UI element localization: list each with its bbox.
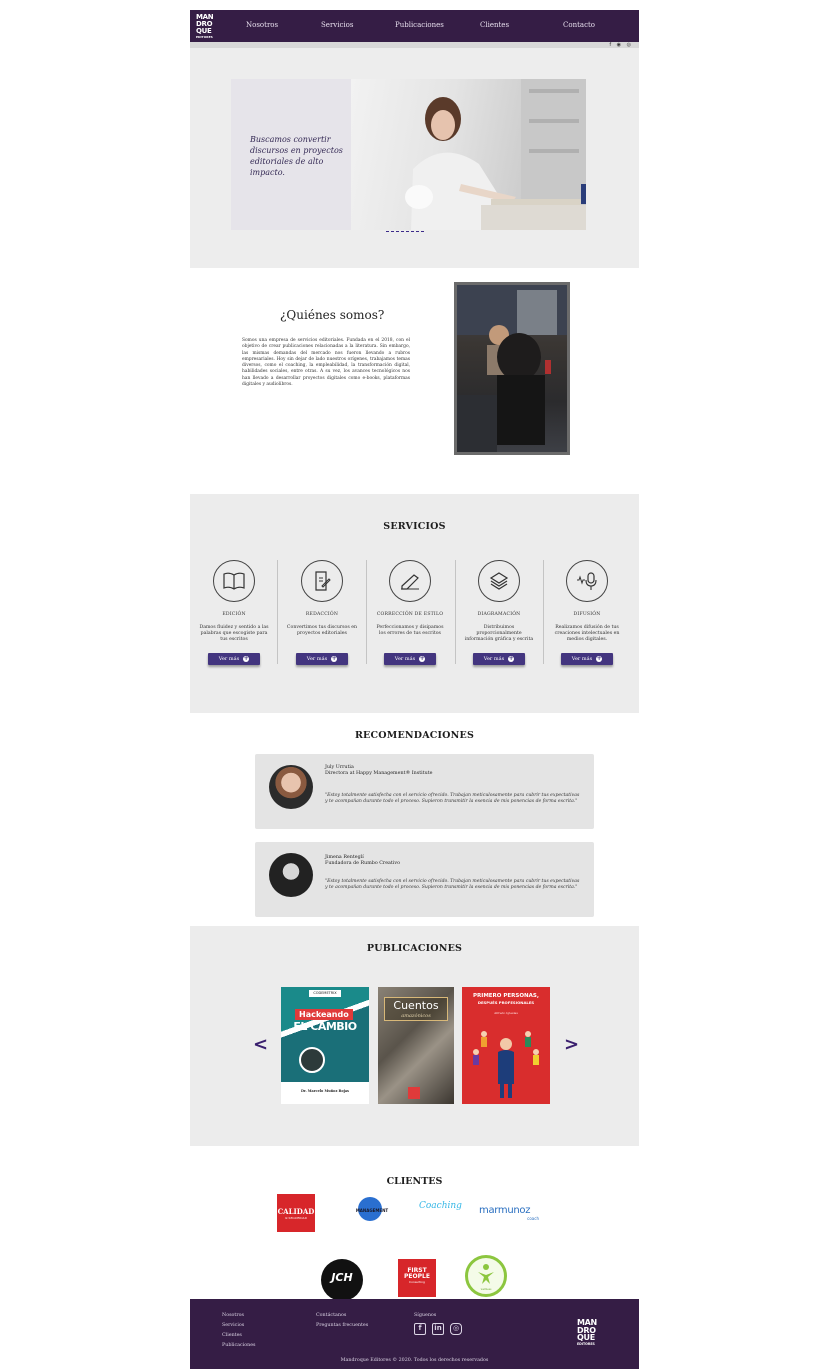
plus-icon: + — [508, 655, 515, 662]
service-name: DIFUSIÓN — [573, 612, 601, 617]
about-title: ¿Quiénes somos? — [280, 308, 385, 322]
service-desc: Distribuimos proporcionalmente informaci… — [464, 625, 534, 642]
copyright: Mandroque Editores © 2020. Todos los der… — [340, 1358, 489, 1363]
footer-social: f in ◎ — [414, 1323, 462, 1335]
client-logo-calidad: CALIDAD & SEGURIDAD — [277, 1194, 315, 1232]
clients-title: CLIENTES — [386, 1176, 443, 1187]
service-card-redaccion: REDACCIÓN Convertimos tus discursos en p… — [278, 560, 366, 665]
plus-icon: + — [331, 655, 338, 662]
service-card-difusion: DIFUSIÓN Realizamos difusión de tus crea… — [543, 560, 631, 665]
facebook-icon[interactable]: f — [414, 1323, 426, 1335]
service-desc: Realizamos difusión de tus creaciones in… — [554, 625, 620, 642]
about-image — [454, 282, 570, 455]
hero-image — [351, 79, 586, 230]
nav-clientes[interactable]: Clientes — [480, 21, 509, 29]
chevron-left-icon[interactable]: < — [253, 1034, 268, 1055]
brand-logo[interactable]: MAN DRO QUE EDITORES — [196, 13, 222, 39]
hero-card: Buscamos convertir discursos en proyecto… — [231, 79, 586, 230]
footer-link[interactable]: Contáctanos — [316, 1311, 368, 1321]
footer-nav: Nosotros Servicios Clientes Publicacione… — [222, 1311, 256, 1351]
layers-icon — [478, 560, 520, 602]
client-logo-wellness: wellness — [465, 1255, 507, 1297]
footer-link[interactable]: Publicaciones — [222, 1341, 256, 1351]
ver-mas-button[interactable]: Ver más + — [473, 653, 525, 665]
recommender-info: Jimena Renteglí Fundadora de Rumbo Creat… — [325, 855, 400, 866]
nav-nosotros[interactable]: Nosotros — [246, 21, 278, 29]
instagram-icon[interactable]: ◎ — [450, 1323, 462, 1335]
ver-mas-button[interactable]: Ver más + — [296, 653, 348, 665]
recommender-info: July Urrutia Directora at Happy Manageme… — [325, 765, 433, 776]
nav-publicaciones[interactable]: Publicaciones — [395, 21, 444, 29]
service-name: REDACCIÓN — [305, 612, 339, 617]
linkedin-icon[interactable]: in — [432, 1323, 444, 1335]
nav-contacto[interactable]: Contacto — [563, 21, 595, 29]
client-logo-coaching: Coaching — [419, 1201, 462, 1211]
about-body: Somos una empresa de servicios editorial… — [242, 338, 410, 388]
footer-follow-label: Síguenos — [414, 1313, 437, 1318]
client-logo-management: MANAGEMENT — [350, 1197, 394, 1229]
recommendation-card: Jimena Renteglí Fundadora de Rumbo Creat… — [255, 842, 594, 917]
recommendation-quote: "Estoy totalmente satisfecha con el serv… — [325, 879, 580, 890]
recommendations-title: RECOMENDACIONES — [354, 730, 475, 741]
publications-title: PUBLICACIONES — [366, 943, 463, 954]
document-edit-icon — [301, 560, 343, 602]
service-desc: Perfeccionamos y disipamos los errores d… — [376, 625, 444, 636]
plus-icon: + — [596, 655, 603, 662]
ver-mas-button[interactable]: Ver más + — [384, 653, 436, 665]
recommendation-card: July Urrutia Directora at Happy Manageme… — [255, 754, 594, 829]
nav-servicios[interactable]: Servicios — [321, 21, 353, 29]
plus-icon: + — [243, 655, 250, 662]
service-card-correccion: CORRECCIÓN DE ESTILO Perfeccionamos y di… — [366, 560, 454, 665]
footer-link[interactable]: Clientes — [222, 1331, 256, 1341]
hero-divider — [386, 230, 424, 232]
footer-link[interactable]: Preguntas frecuentes — [316, 1321, 368, 1331]
client-logo-marmunoz: marmunoz coach — [479, 1205, 539, 1221]
avatar — [269, 853, 313, 897]
book-cover-primero-personas[interactable]: PRIMERO PERSONAS, DESPUÉS PROFESIONALES … — [462, 987, 550, 1104]
footer-brand-logo[interactable]: MAN DRO QUE EDITORES — [577, 1319, 597, 1347]
service-name: CORRECCIÓN DE ESTILO — [376, 612, 444, 617]
footer-link[interactable]: Nosotros — [222, 1311, 256, 1321]
service-desc: Convertimos tus discursos en proyectos e… — [286, 625, 358, 636]
services-section: SERVICIOS EDICIÓN Damos fluidez y sentid… — [190, 494, 639, 713]
book-icon — [213, 560, 255, 602]
service-card-edicion: EDICIÓN Damos fluidez y sentido a las pa… — [190, 560, 278, 665]
footer-link[interactable]: Servicios — [222, 1321, 256, 1331]
ver-mas-button[interactable]: Ver más + — [561, 653, 613, 665]
book-cover-cuentos[interactable]: Cuentos amazónicos — [378, 987, 454, 1104]
service-card-diagramacion: DIAGRAMACIÓN Distribuimos proporcionalme… — [455, 560, 543, 665]
plus-icon: + — [419, 655, 426, 662]
top-navbar: MAN DRO QUE EDITORES Nosotros Servicios … — [190, 10, 639, 42]
service-name: DIAGRAMACIÓN — [477, 612, 521, 617]
services-title: SERVICIOS — [383, 521, 446, 532]
service-desc: Damos fluidez y sentido a las palabras q… — [199, 625, 269, 642]
service-name: EDICIÓN — [222, 612, 246, 617]
hero-section: Buscamos convertir discursos en proyecto… — [190, 48, 639, 268]
pen-writing-icon — [389, 560, 431, 602]
hero-tagline: Buscamos convertir discursos en proyecto… — [250, 135, 343, 177]
chevron-right-icon[interactable]: > — [564, 1034, 579, 1055]
footer: Nosotros Servicios Clientes Publicacione… — [190, 1299, 639, 1369]
microphone-icon — [566, 560, 608, 602]
recommendation-quote: "Estoy totalmente satisfecha con el serv… — [325, 793, 580, 804]
ver-mas-button[interactable]: Ver más + — [208, 653, 260, 665]
footer-contact: Contáctanos Preguntas frecuentes — [316, 1311, 368, 1331]
avatar — [269, 765, 313, 809]
client-logo-jch: JCH — [321, 1259, 363, 1301]
book-cover-hackeando[interactable]: CODEMETRIX Hackeando EL CAMBIO Dr. Marce… — [281, 987, 369, 1104]
client-logo-first-people: FIRST PEOPLE Consulting — [398, 1259, 436, 1297]
publications-section: PUBLICACIONES < > CODEMETRIX Hackeando E… — [190, 926, 639, 1146]
